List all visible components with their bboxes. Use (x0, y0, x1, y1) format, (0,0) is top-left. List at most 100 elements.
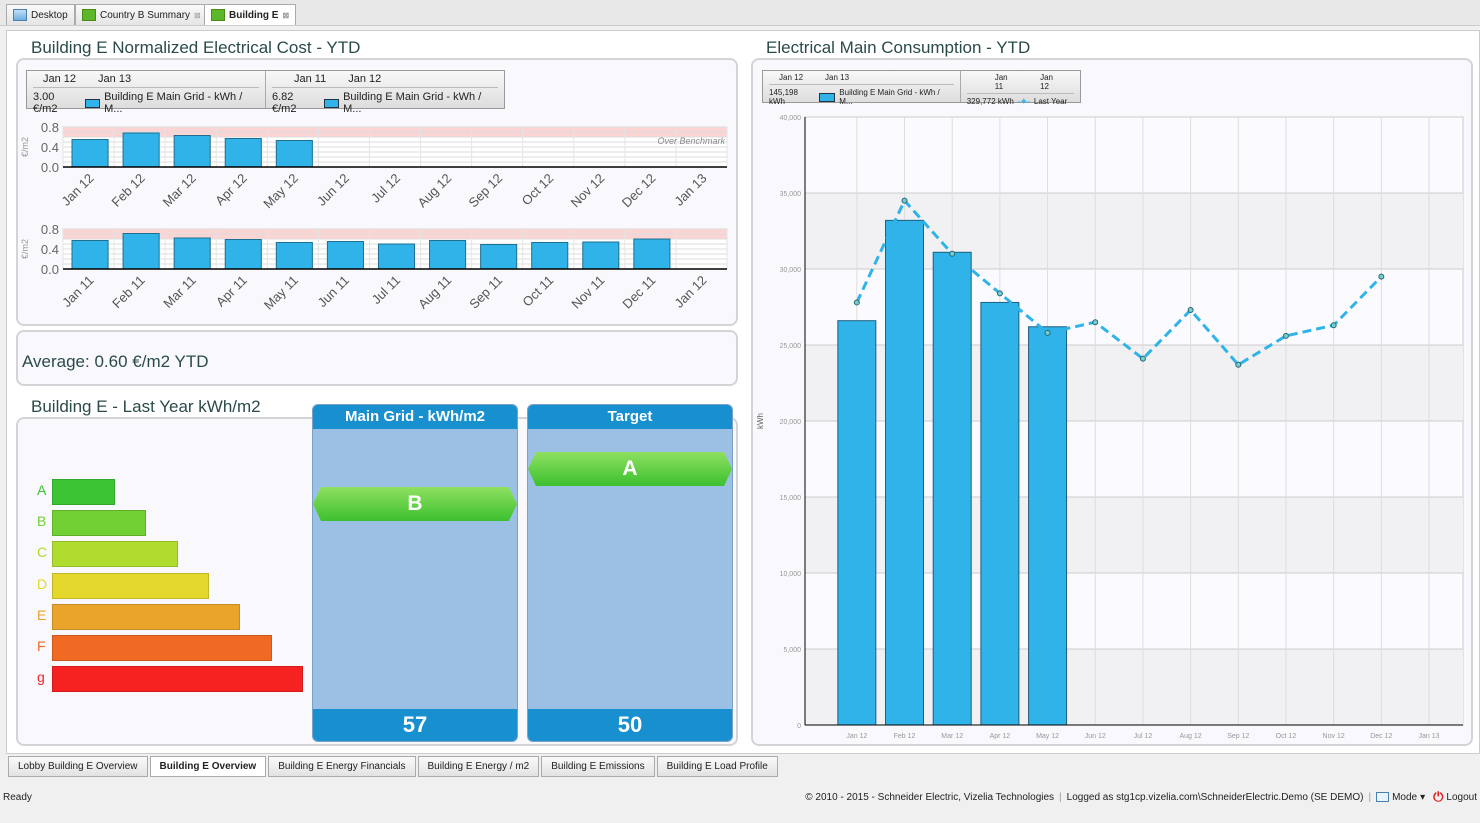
line-point (1282, 332, 1289, 339)
benchmark-label: Over Benchmark (657, 136, 725, 146)
y-tick-label: 5,000 (783, 647, 801, 654)
y-tick-label: 10,000 (780, 571, 802, 578)
x-tick-label: Jul 11 (369, 273, 403, 307)
rating-label: B (37, 513, 47, 530)
rating-badge: A (528, 452, 732, 486)
mode-button[interactable]: Mode ▾ (1376, 792, 1425, 803)
y-tick-label: 25,000 (780, 343, 802, 350)
rating-bar-c (52, 541, 178, 568)
legend-item[interactable]: Jan 11 Jan 12 329,772 kWh -✦- Last Year (961, 71, 1080, 106)
line-point (1044, 329, 1051, 336)
bar-swatch-icon (84, 98, 101, 108)
desktop-icon (13, 9, 27, 21)
indicator-header: Main Grid - kWh/m2 (313, 405, 517, 429)
rating-bar-g (52, 666, 303, 693)
bar (224, 239, 262, 270)
x-tick-label: Feb 12 (109, 171, 148, 210)
x-tick-label: Feb 12 (894, 733, 916, 740)
bar (173, 237, 211, 270)
bar (71, 240, 109, 270)
x-tick-label: May 12 (260, 171, 301, 212)
y-tick-label: 0.8 (41, 222, 59, 237)
rating-label: C (37, 544, 48, 561)
rating-badge: B (313, 487, 517, 521)
bar (224, 138, 262, 168)
bar (480, 244, 518, 270)
tab-label: Desktop (31, 9, 68, 21)
x-tick-label: Mar 12 (160, 171, 199, 210)
x-tick-label: Mar 11 (160, 273, 199, 312)
bar (531, 242, 569, 270)
x-tick-label: Oct 11 (519, 273, 556, 310)
tab-country-b-summary[interactable]: Country B Summary ⊠ (75, 4, 208, 25)
bottom-tab[interactable]: Building E Energy Financials (268, 756, 416, 777)
bottom-tab[interactable]: Building E Load Profile (656, 756, 778, 777)
line-point (1092, 319, 1099, 326)
rating-bar-b (52, 510, 147, 537)
chart-icon (211, 9, 225, 21)
bar (633, 238, 671, 270)
x-tick-label: Apr 12 (212, 171, 250, 209)
x-tick-label: Jun 11 (315, 273, 353, 311)
logout-label: Logout (1446, 791, 1477, 803)
bar (1028, 326, 1068, 726)
caret-down-icon: ▾ (1420, 791, 1426, 803)
tab-building-e[interactable]: Building E ⊠ (204, 4, 297, 25)
x-tick-label: Jan 13 (671, 171, 709, 209)
legend-to: Jan 12 (1040, 73, 1053, 91)
y-tick-label: 0.8 (41, 120, 59, 135)
x-tick-label: Sep 12 (1227, 733, 1249, 740)
y-tick-label: 20,000 (780, 419, 802, 426)
legend-item[interactable]: Jan 12 Jan 13 145,198 kWh Building E Main G… (763, 71, 961, 106)
consumption-panel-title: Electrical Main Consumption - YTD (766, 38, 1031, 57)
line-point (1330, 322, 1337, 329)
bottom-tab[interactable]: Building E Energy / m2 (417, 756, 540, 777)
x-tick-label: Nov 12 (568, 171, 608, 211)
rating-bar-d (52, 572, 209, 599)
bar (275, 140, 313, 168)
dashed-line-swatch-icon: -✦- (1017, 97, 1030, 106)
x-tick-label: Jul 12 (368, 171, 403, 206)
legend-from: Jan 11 (294, 73, 327, 85)
x-tick-label: Jun 12 (1085, 733, 1106, 740)
bottom-tab[interactable]: Lobby Building E Overview (8, 756, 148, 777)
y-tick-label: 0 (797, 723, 801, 730)
x-tick-label: Jul 12 (1134, 733, 1153, 740)
x-tick-label: Aug 11 (415, 273, 454, 312)
x-tick-label: Dec 12 (1370, 733, 1392, 740)
main-grid-indicator: Main Grid - kWh/m2 B 57 (312, 404, 518, 742)
rating-label: A (37, 482, 47, 498)
power-icon: ⏻ (1433, 789, 1444, 804)
bottom-tab[interactable]: Building E Overview (149, 756, 267, 777)
bar (122, 233, 160, 270)
close-icon[interactable]: ⊠ (194, 11, 201, 20)
target-indicator: Target A 50 (527, 404, 733, 742)
bottom-tab[interactable]: Building E Emissions (541, 756, 655, 777)
top-tab-bar: Desktop Country B Summary ⊠ Building E ⊠ (0, 0, 1480, 26)
legend-item[interactable]: Jan 12 Jan 13 3.00 €/m2 Building E Main Gri… (27, 71, 266, 115)
line-point (1235, 361, 1242, 368)
rating-label: g (37, 669, 45, 686)
x-tick-label: Aug 12 (1180, 733, 1202, 740)
x-tick-label: Jan 12 (671, 273, 709, 311)
legend-value: 145,198 kWh (769, 88, 798, 106)
legend-from: Jan 12 (779, 73, 804, 82)
close-icon[interactable]: ⊠ (282, 11, 289, 20)
y-axis-label: €/m2 (20, 137, 30, 157)
tab-desktop[interactable]: Desktop (6, 4, 75, 25)
x-tick-label: Jan 12 (58, 171, 96, 209)
bar (837, 320, 877, 726)
average-text: Average: 0.60 €/m2 YTD (22, 352, 209, 371)
x-tick-label: May 11 (261, 273, 301, 313)
bar (71, 139, 109, 168)
x-tick-label: Jan 11 (59, 273, 97, 311)
legend-item[interactable]: Jan 11 Jan 12 6.82 €/m2 Building E Main Gri… (266, 71, 504, 115)
status-bar: Ready © 2010 - 2015 - Schneider Electric… (3, 789, 1477, 805)
x-tick-label: Apr 12 (990, 733, 1011, 740)
line-point (1378, 273, 1385, 280)
logout-button[interactable]: ⏻ Logout (1433, 789, 1477, 805)
window-icon (1376, 792, 1390, 802)
bar (885, 219, 925, 726)
consumption-legend: Jan 12 Jan 13 145,198 kWh Building E Main G… (762, 70, 1081, 106)
mode-label: Mode (1392, 791, 1418, 803)
